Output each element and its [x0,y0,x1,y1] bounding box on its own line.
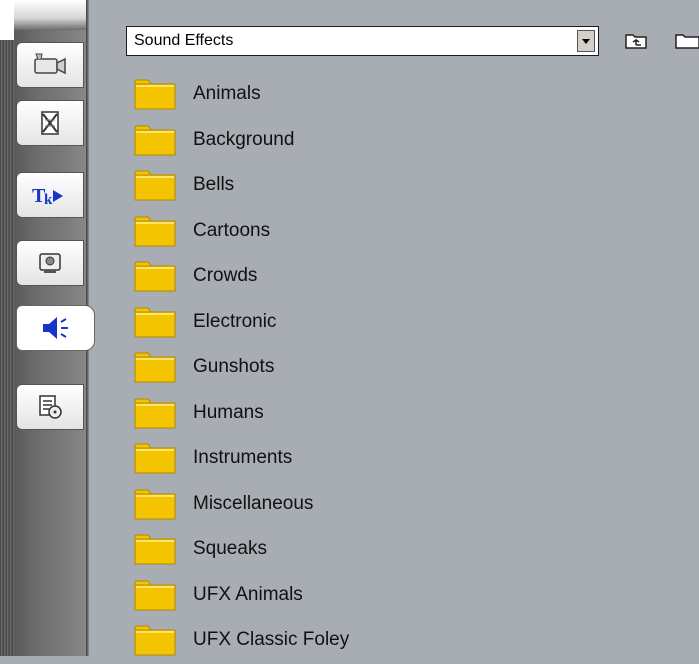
folder-item[interactable]: Electronic [134,300,434,346]
disc-menu-icon [39,395,62,419]
folder-item[interactable]: Animals [134,72,434,118]
folder-label: Electronic [193,310,277,332]
tab-video[interactable] [16,42,84,88]
tab-transitions[interactable] [16,100,84,146]
folder-label: UFX Classic Foley [193,629,350,650]
folder-label: Miscellaneous [193,492,314,514]
svg-text:k: k [44,192,53,208]
folder-label: Crowds [193,265,258,286]
tab-titles[interactable]: T k [16,172,84,218]
folder-icon [134,443,176,474]
chevron-down-icon [582,39,590,44]
folder-label: UFX Animals [193,583,303,605]
folder-item[interactable]: Bells [134,163,434,209]
transitions-icon [41,111,59,135]
dropdown-value: Sound Effects [134,32,234,49]
folder-icon [134,125,176,155]
sound-effects-icon [42,317,68,339]
folder-item[interactable]: Cartoons [134,209,434,255]
folder-label: Squeaks [193,538,267,559]
folder-icon [134,625,176,656]
folder-icon [134,398,176,428]
dropdown-button[interactable] [577,30,595,52]
tab-disc-menus[interactable] [16,384,84,430]
folder-item[interactable]: Instruments [134,436,434,482]
folder-icon [134,489,176,519]
folder-icon [134,534,176,565]
folder-item[interactable]: Squeaks [134,527,434,573]
folder-item[interactable]: Gunshots [134,345,434,391]
folder-icon [134,580,176,610]
folder-icon [134,170,176,201]
folder-item[interactable]: Background [134,118,434,164]
folder-label: Bells [193,174,235,195]
folder-item[interactable]: UFX Animals [134,573,434,619]
folder-icon [134,261,176,292]
still-image-icon [39,253,61,273]
folder-item[interactable]: Humans [134,391,434,437]
folder-icon [134,79,176,110]
video-camera-icon [34,53,66,75]
titles-icon: T k [32,185,63,208]
folder-icon [134,352,176,383]
folder-label: Humans [193,401,264,423]
folder-label: Cartoons [193,219,271,241]
folder-item[interactable]: Crowds [134,254,434,300]
folder-item[interactable]: Miscellaneous [134,482,434,528]
folder-label: Instruments [193,447,293,468]
left-rail [0,0,14,656]
folder-label: Background [193,128,295,150]
folder-label: Gunshots [193,356,275,377]
folder-icon [134,307,176,337]
tab-sound-effects[interactable] [16,305,95,351]
folder-list: Animals Background Bells Cartoons Crowds Elec… [134,72,434,664]
folder-up-icon[interactable] [624,30,648,50]
tab-still-images[interactable] [16,240,84,286]
folder-icon [134,216,176,246]
rail-highlight [0,0,14,40]
folder-item[interactable]: UFX Classic Foley [134,618,434,664]
tab-strip-header [14,0,89,30]
category-dropdown[interactable]: Sound Effects [126,26,599,56]
new-folder-icon[interactable] [673,30,699,50]
folder-label: Animals [193,83,261,104]
